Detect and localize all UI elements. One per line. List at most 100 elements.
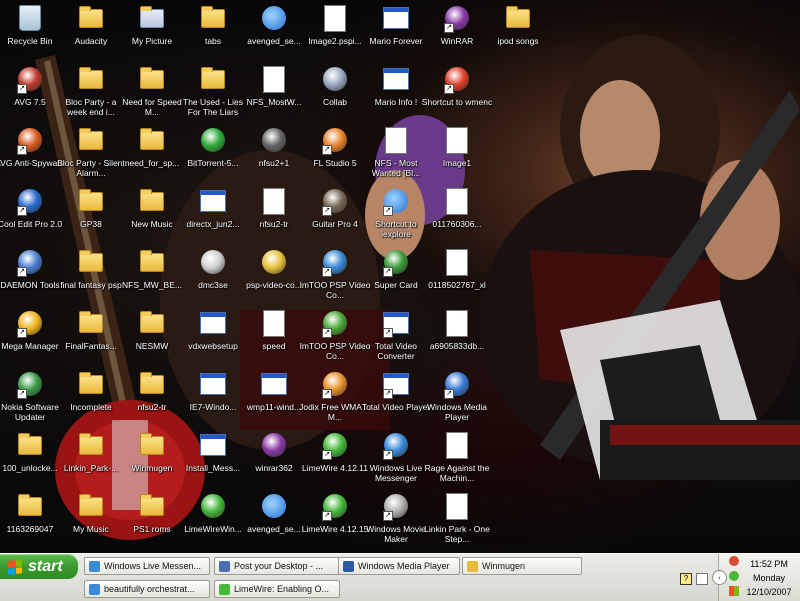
volume-tray-icon[interactable] xyxy=(729,586,739,596)
recycle-bin-icon xyxy=(14,2,46,34)
shortcut-arrow-icon: ↗ xyxy=(383,206,393,216)
help-icon[interactable]: ? xyxy=(680,573,692,585)
program-icon: ↗ xyxy=(14,246,46,278)
application-window-icon xyxy=(197,429,229,461)
program-icon: ↗ xyxy=(319,429,351,461)
taskbar: start Windows Live Messen... Post your De… xyxy=(0,553,800,601)
document-icon xyxy=(441,490,473,522)
network-tray-icon[interactable] xyxy=(729,571,739,581)
taskbar-app-icon xyxy=(89,583,100,595)
program-icon: ↗ xyxy=(441,63,473,95)
folder-icon xyxy=(136,429,168,461)
folder-icon xyxy=(197,2,229,34)
desktop-icon-label: Linkin Park - One Step... xyxy=(424,524,490,544)
start-label: start xyxy=(28,557,63,575)
application-window-icon xyxy=(197,185,229,217)
taskbar-button-label: Post your Desktop - ... xyxy=(234,561,324,571)
shortcut-arrow-icon: ↗ xyxy=(17,206,27,216)
shortcut-arrow-icon: ↗ xyxy=(17,267,27,277)
taskbar-button[interactable]: Windows Media Player xyxy=(338,557,460,575)
folder-icon xyxy=(75,368,107,400)
desktop-icon[interactable]: 011760306... xyxy=(421,185,493,229)
windows-logo-icon xyxy=(8,558,22,575)
program-icon xyxy=(258,124,290,156)
program-icon xyxy=(319,63,351,95)
shortcut-arrow-icon: ↗ xyxy=(383,328,393,338)
program-icon xyxy=(258,429,290,461)
desktop-icon[interactable]: ↗ Shortcut to wmenc xyxy=(421,63,493,107)
taskbar-button[interactable]: Windows Live Messen... xyxy=(84,557,210,575)
document-icon xyxy=(441,307,473,339)
taskbar-button-label: beautifully orchestrat... xyxy=(104,584,195,594)
shortcut-arrow-icon: ↗ xyxy=(17,145,27,155)
taskbar-button[interactable]: LimeWire: Enabling O... xyxy=(214,580,340,598)
folder-icon xyxy=(14,429,46,461)
shortcut-arrow-icon: ↗ xyxy=(444,84,454,94)
desktop-icon-label: 011760306... xyxy=(432,219,482,229)
desktop-icon-label: Shortcut to wmenc xyxy=(421,97,493,107)
taskbar-button[interactable]: Winmugen xyxy=(462,557,582,575)
taskbar-button[interactable]: beautifully orchestrat... xyxy=(84,580,210,598)
start-button[interactable]: start xyxy=(0,554,78,579)
shortcut-arrow-icon: ↗ xyxy=(17,84,27,94)
program-icon: ↗ xyxy=(319,490,351,522)
shortcut-arrow-icon: ↗ xyxy=(322,267,332,277)
internet-explorer-icon: ↗ xyxy=(380,185,412,217)
shortcut-arrow-icon: ↗ xyxy=(322,511,332,521)
application-window-icon xyxy=(380,2,412,34)
desktop-icon[interactable]: a6905833db... xyxy=(421,307,493,351)
document-icon xyxy=(380,124,412,156)
folder-icon xyxy=(75,490,107,522)
internet-explorer-icon xyxy=(258,490,290,522)
shortcut-arrow-icon: ↗ xyxy=(444,389,454,399)
document-icon xyxy=(441,185,473,217)
taskbar-app-icon xyxy=(343,560,354,572)
desktop-icon-label: 0118502767_xl xyxy=(428,280,486,290)
shortcut-arrow-icon: ↗ xyxy=(383,389,393,399)
program-icon: ↗ xyxy=(14,185,46,217)
desktop-icon[interactable]: ipod songs xyxy=(482,2,554,46)
clock-day: Monday xyxy=(752,573,786,583)
folder-icon xyxy=(136,124,168,156)
tray-expand-arrow-icon[interactable]: ‹ xyxy=(712,570,727,585)
program-icon: ↗ xyxy=(14,63,46,95)
shortcut-arrow-icon: ↗ xyxy=(322,206,332,216)
document-icon xyxy=(441,246,473,278)
program-icon xyxy=(197,124,229,156)
program-icon: ↗ xyxy=(319,185,351,217)
folder-icon xyxy=(136,368,168,400)
taskbar-app-icon xyxy=(89,560,100,572)
folder-icon xyxy=(136,63,168,95)
taskbar-button[interactable]: Post your Desktop - ... xyxy=(214,557,340,575)
shortcut-arrow-icon: ↗ xyxy=(322,145,332,155)
application-window-icon: ↗ xyxy=(380,307,412,339)
folder-icon xyxy=(136,307,168,339)
clock-time[interactable]: 11:52 PM xyxy=(739,559,799,569)
clock-date: 12/10/2007 xyxy=(746,587,792,597)
document-icon xyxy=(441,124,473,156)
program-icon: ↗ xyxy=(319,368,351,400)
taskbar-expand-icon[interactable] xyxy=(696,573,708,585)
messenger-tray-icon[interactable] xyxy=(729,556,739,566)
desktop-icon[interactable]: 0118502767_xl xyxy=(421,246,493,290)
program-icon xyxy=(197,246,229,278)
document-icon xyxy=(258,185,290,217)
taskbar-app-icon xyxy=(219,560,230,572)
shortcut-arrow-icon: ↗ xyxy=(383,511,393,521)
desktop-icon[interactable]: Image1 xyxy=(421,124,493,168)
folder-icon xyxy=(75,185,107,217)
document-icon xyxy=(441,429,473,461)
desktop-icon[interactable]: Rage Against the Machin... xyxy=(421,429,493,483)
program-icon: ↗ xyxy=(380,429,412,461)
folder-icon xyxy=(197,63,229,95)
desktop-icon[interactable]: ↗ Windows Media Player xyxy=(421,368,493,422)
program-icon: ↗ xyxy=(441,368,473,400)
shortcut-arrow-icon: ↗ xyxy=(322,450,332,460)
shortcut-arrow-icon: ↗ xyxy=(322,328,332,338)
folder-icon xyxy=(75,246,107,278)
taskbar-app-icon xyxy=(467,560,478,572)
application-window-icon xyxy=(258,368,290,400)
shortcut-arrow-icon: ↗ xyxy=(383,450,393,460)
folder-icon xyxy=(75,124,107,156)
desktop-icon[interactable]: Linkin Park - One Step... xyxy=(421,490,493,544)
